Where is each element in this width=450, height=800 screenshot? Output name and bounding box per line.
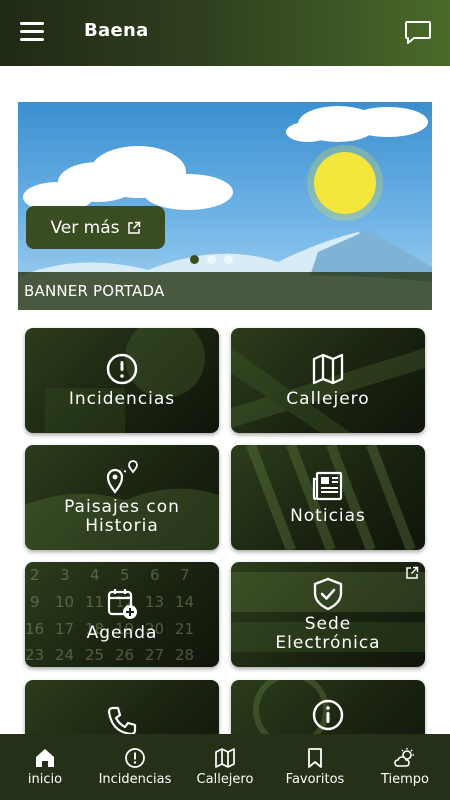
tile-paisajes-con-historia[interactable]: Paisajes con Historia [25,445,219,550]
alert-circle-icon [106,353,138,385]
nav-item-callejero[interactable]: Callejero [181,747,269,787]
tile-label: Noticias [290,506,366,526]
tile-incidencias[interactable]: Incidencias [25,328,219,433]
map-icon [215,748,235,768]
tile-label: Sede Electrónica [275,613,381,653]
nav-item-favoritos[interactable]: Favoritos [271,747,359,787]
phone-icon [107,706,137,736]
route-pin-icon [106,459,138,494]
tile-label: Agenda [86,623,158,643]
nav-item-inicio[interactable]: inicio [1,747,89,787]
home-banner[interactable]: Ver más BANNER PORTADA [18,102,432,310]
tile-label: Incidencias [68,389,176,409]
nav-label: Incidencias [98,772,172,787]
app-title: Baena [84,20,149,41]
app-header: Baena [0,0,450,66]
shield-check-icon [313,577,343,610]
bookmark-icon [308,748,322,768]
chat-icon[interactable] [404,20,432,46]
carousel-indicators [190,255,233,264]
see-more-label: Ver más [50,217,120,238]
bottom-navigation: inicio Incidencias Callejero Favoritos T… [0,734,450,800]
alert-circle-icon [125,748,145,768]
info-icon [312,699,344,731]
nav-label: Tiempo [380,772,430,787]
nav-item-incidencias[interactable]: Incidencias [91,747,179,787]
calendar-add-icon [107,589,137,619]
banner-caption: BANNER PORTADA [18,272,432,310]
nav-label: Callejero [196,772,254,787]
tile-noticias[interactable]: Noticias [231,445,425,550]
external-link-icon [127,221,140,234]
carousel-dot[interactable] [207,255,216,264]
carousel-dot[interactable] [224,255,233,264]
nav-item-tiempo[interactable]: Tiempo [361,747,449,787]
hamburger-menu-icon[interactable] [20,22,44,44]
tile-label: Callejero [286,389,370,409]
see-more-button[interactable]: Ver más [26,206,165,249]
tile-agenda[interactable]: 234567 9 10 11 12 13 14 16 17 18 19 20 21 23 24 25 26… [25,562,219,667]
carousel-dot[interactable] [190,255,199,264]
tile-sede-electronica[interactable]: Sede Electrónica [231,562,425,667]
map-icon [312,353,344,385]
nav-label: Favoritos [285,772,345,787]
newspaper-icon [312,471,343,501]
weather-icon [394,748,414,767]
tile-callejero[interactable]: Callejero [231,328,425,433]
tile-label: Paisajes con Historia [64,496,180,536]
home-icon [36,749,54,767]
nav-label: inicio [27,772,63,787]
